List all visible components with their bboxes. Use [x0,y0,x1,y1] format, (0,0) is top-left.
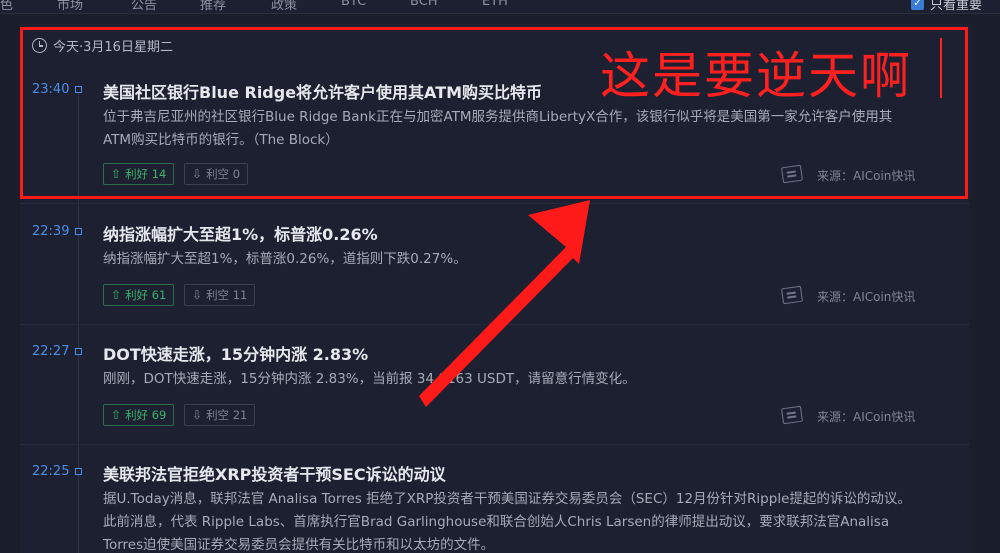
annotation-arrow-shape [419,200,590,407]
annotation-arrow [419,200,590,407]
